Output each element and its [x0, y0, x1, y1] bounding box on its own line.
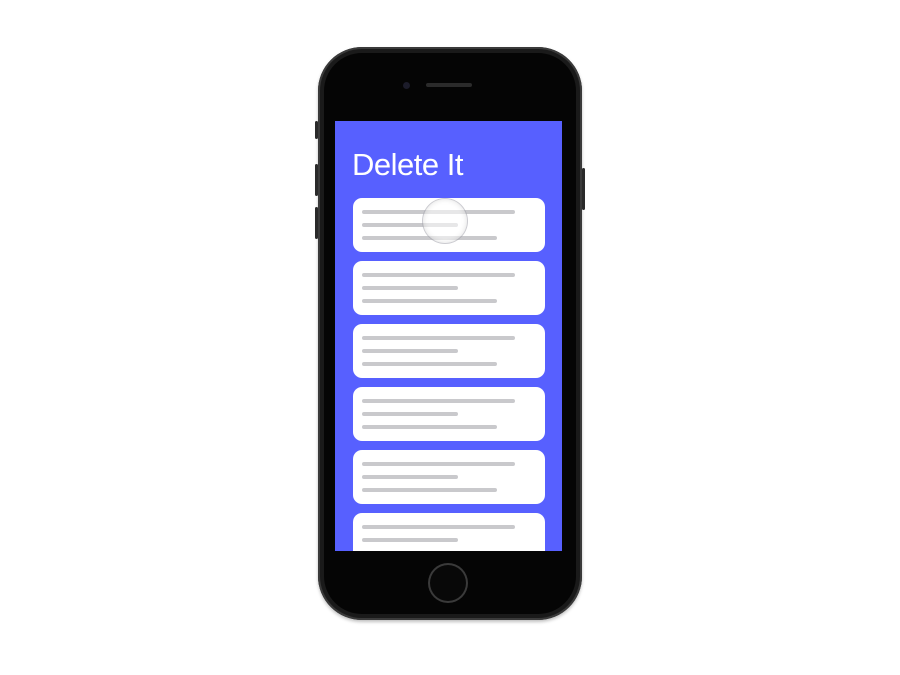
app-title: Delete It [352, 147, 463, 182]
list-card[interactable] [353, 261, 545, 315]
placeholder-line [362, 425, 497, 429]
placeholder-line [362, 475, 458, 479]
stage: Delete It [0, 0, 900, 675]
power-button [582, 168, 585, 210]
placeholder-line [362, 336, 515, 340]
placeholder-line [362, 273, 515, 277]
placeholder-line [362, 525, 515, 529]
earpiece-speaker [426, 83, 472, 87]
placeholder-line [362, 462, 515, 466]
placeholder-line [362, 488, 497, 492]
placeholder-line [362, 286, 458, 290]
list-card[interactable] [353, 324, 545, 378]
placeholder-line [362, 299, 497, 303]
volume-up-button [315, 164, 318, 196]
card-list [353, 198, 545, 551]
phone-screen: Delete It [335, 121, 562, 551]
placeholder-line [362, 362, 497, 366]
placeholder-line [362, 538, 458, 542]
placeholder-line [362, 412, 458, 416]
list-card[interactable] [353, 450, 545, 504]
placeholder-line [362, 399, 515, 403]
mute-switch [315, 121, 318, 139]
placeholder-line [362, 349, 458, 353]
volume-down-button [315, 207, 318, 239]
list-card[interactable] [353, 513, 545, 551]
home-button-icon[interactable] [428, 563, 468, 603]
list-card[interactable] [353, 387, 545, 441]
front-camera-icon [403, 82, 410, 89]
touch-indicator-icon [423, 199, 467, 243]
